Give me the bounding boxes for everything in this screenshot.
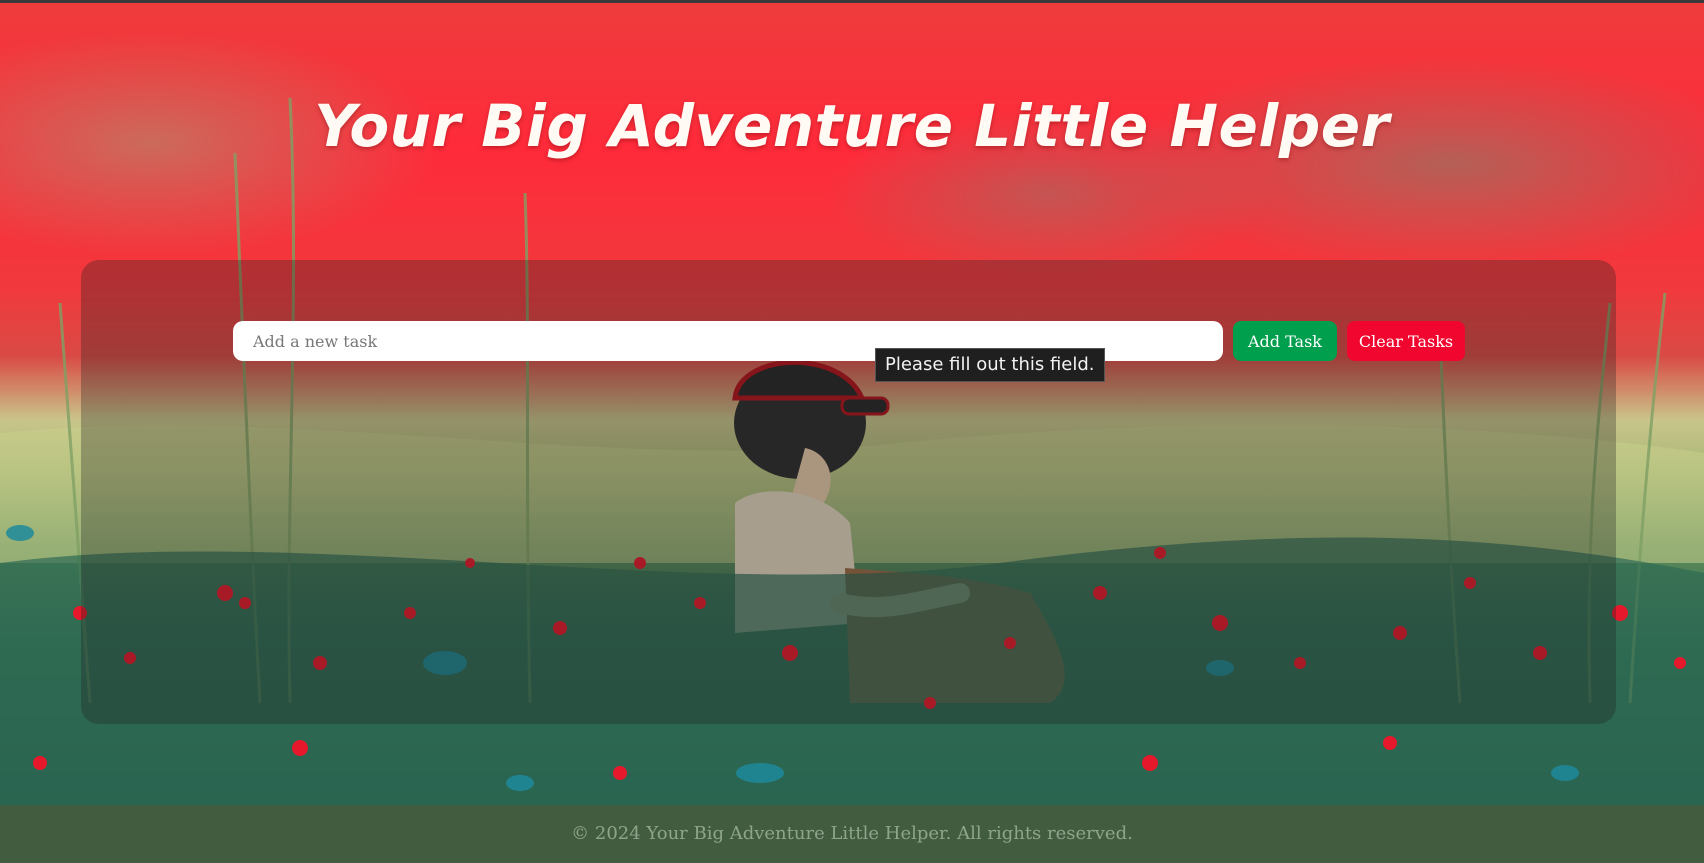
top-border xyxy=(0,0,1704,3)
footer: © 2024 Your Big Adventure Little Helper.… xyxy=(0,805,1704,863)
footer-copyright: © 2024 Your Big Adventure Little Helper.… xyxy=(571,823,1133,844)
add-task-button[interactable]: Add Task xyxy=(1233,321,1337,361)
clear-tasks-button[interactable]: Clear Tasks xyxy=(1347,321,1465,361)
page-title: Your Big Adventure Little Helper xyxy=(314,92,1390,160)
validation-tooltip: Please fill out this field. xyxy=(875,348,1105,382)
